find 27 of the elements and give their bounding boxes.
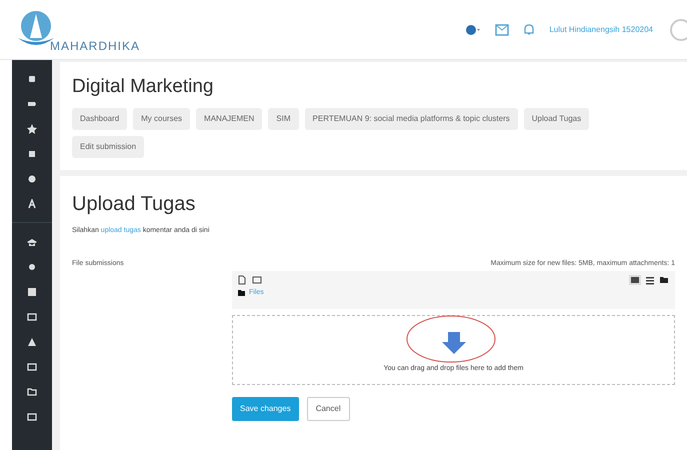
arrow-down-icon (442, 332, 466, 354)
logo-text: MAHARDHIKA (50, 38, 140, 55)
breadcrumb-link[interactable]: Dashboard (72, 108, 128, 130)
page-title: Upload Tugas (72, 192, 196, 216)
save-button[interactable]: Save changes (232, 397, 299, 421)
star-icon[interactable] (27, 124, 37, 134)
breadcrumb-link[interactable]: MANAJEMEN (196, 108, 262, 130)
breadcrumb-link[interactable]: Edit submission (72, 136, 144, 158)
mail-icon[interactable] (495, 24, 510, 36)
breadcrumb-link[interactable]: SIM (268, 108, 299, 130)
dot-icon[interactable] (27, 262, 37, 272)
grid-view-icon[interactable] (629, 275, 641, 285)
hat-icon[interactable] (27, 236, 37, 246)
breadcrumb-link[interactable]: My courses (133, 108, 190, 130)
user-name[interactable]: Lulut Hindianengsih 1520204 (549, 24, 653, 36)
cancel-button[interactable]: Cancel (306, 397, 350, 421)
file-icon[interactable] (238, 275, 246, 285)
breadcrumb-link[interactable]: Upload Tugas (524, 108, 590, 130)
bell-icon[interactable] (523, 23, 536, 36)
square-icon[interactable] (27, 148, 37, 158)
breadcrumb-link[interactable]: PERTEMUAN 9: social media platforms & topic clusters (304, 108, 518, 130)
letter-icon[interactable] (27, 198, 37, 208)
triangle-icon[interactable] (27, 336, 37, 346)
course-title: Digital Marketing (72, 76, 214, 98)
circle-icon[interactable] (27, 174, 37, 184)
list-view-icon[interactable] (645, 275, 655, 285)
folder-view-icon[interactable] (659, 275, 669, 285)
